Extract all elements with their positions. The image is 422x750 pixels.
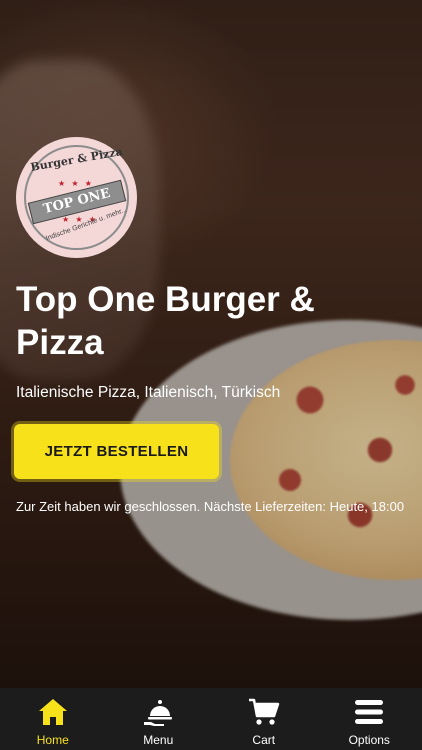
cart-icon bbox=[248, 698, 279, 725]
restaurant-cuisines: Italienische Pizza, Italienisch, Türkisc… bbox=[16, 384, 281, 401]
bottom-tab-bar: Home Menu Cart Options bbox=[0, 688, 422, 750]
tab-menu-label: Menu bbox=[143, 733, 174, 747]
closed-notice: Zur Zeit haben wir geschlossen. Nächste … bbox=[16, 499, 405, 514]
order-now-button[interactable]: JETZT BESTELLEN bbox=[14, 424, 219, 479]
tab-cart-label: Cart bbox=[252, 733, 276, 747]
tab-home-label: Home bbox=[36, 733, 69, 747]
menu-icon bbox=[355, 700, 384, 724]
tab-options[interactable]: Options bbox=[317, 688, 422, 750]
tab-cart[interactable]: Cart bbox=[211, 688, 316, 750]
home-icon bbox=[38, 699, 67, 725]
cloche-icon bbox=[144, 700, 173, 726]
tab-options-label: Options bbox=[348, 733, 390, 747]
restaurant-logo: Burger & Pizza ★ ★ ★ TOP ONE ★ ★ ★ Indis… bbox=[16, 137, 137, 258]
tab-home[interactable]: Home bbox=[0, 688, 105, 750]
tab-menu[interactable]: Menu bbox=[106, 688, 211, 750]
restaurant-name: Top One Burger & Pizza bbox=[16, 280, 315, 362]
